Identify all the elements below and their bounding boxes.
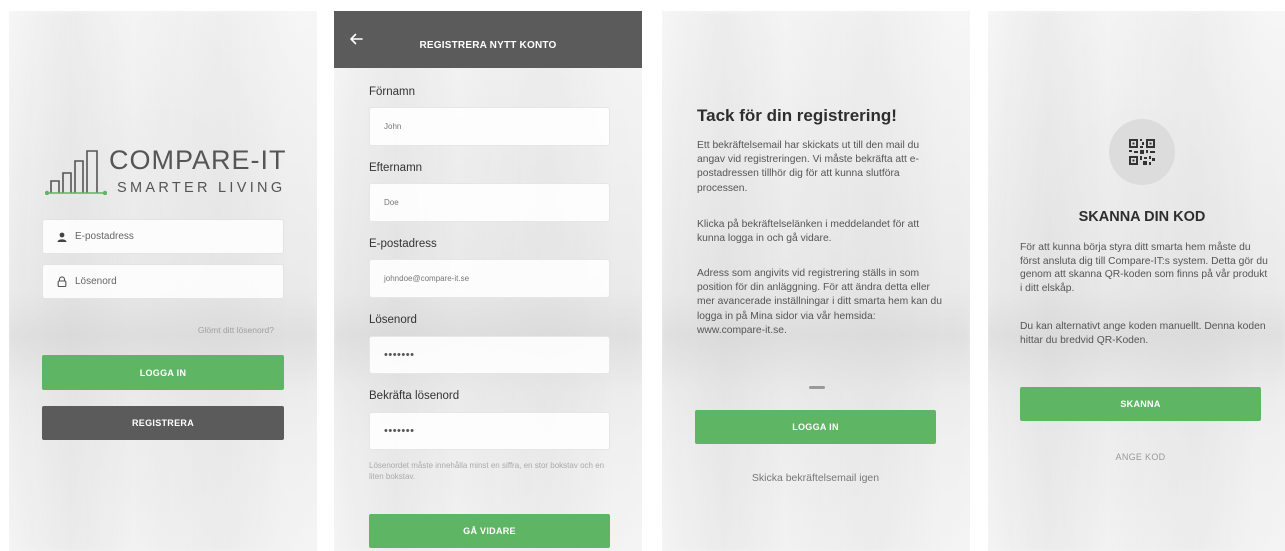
user-icon (55, 232, 69, 242)
qr-code-icon (1129, 139, 1155, 165)
continue-button[interactable]: GÅ VIDARE (369, 514, 610, 548)
thanks-paragraph-2: Klicka på bekräftelselänken i meddelande… (697, 219, 920, 245)
email-placeholder: E-postadress (75, 231, 134, 242)
scan-paragraph-2: Du kan alternativt ange koden manuellt. … (1020, 321, 1266, 346)
confirm-password-input[interactable]: ••••••• (369, 412, 610, 450)
thanks-title: Tack för din registrering! (697, 106, 897, 125)
last-name-input[interactable]: Doe (369, 183, 610, 222)
scan-screen: SKANNA DIN KOD För att kunna börja styra… (988, 11, 1285, 551)
password-label: Lösenord (369, 314, 417, 326)
email-input[interactable]: johndoe@compare-it.se (369, 259, 610, 298)
login-button[interactable]: LOGGA IN (695, 410, 936, 444)
password-placeholder: Lösenord (75, 276, 117, 287)
password-hint: Lösenordet måste innehålla minst en siff… (369, 461, 605, 481)
thanks-paragraph-3: Adress som angivits vid registrering stä… (697, 268, 942, 336)
scan-title: SKANNA DIN KOD (1078, 209, 1206, 225)
password-input[interactable]: ••••••• (369, 336, 610, 374)
enter-code-link[interactable]: ANGE KOD (1020, 452, 1261, 462)
forgot-password-link[interactable]: Glömt ditt lösenord? (42, 325, 284, 335)
login-button[interactable]: LOGGA IN (42, 355, 284, 390)
last-name-label: Efternamn (369, 162, 423, 174)
logo-main-text: COMPARE-IT (109, 145, 287, 175)
divider (809, 386, 825, 389)
email-label: E-postadress (369, 238, 437, 250)
password-input[interactable]: Lösenord (42, 264, 284, 299)
register-button[interactable]: REGISTRERA (42, 406, 284, 440)
confirmation-screen: Tack för din registrering! Ett bekräftel… (662, 11, 970, 551)
first-name-label: Förnamn (369, 86, 416, 98)
scan-button[interactable]: SKANNA (1020, 387, 1261, 421)
register-screen: REGISTRERA NYTT KONTO Förnamn John Efter… (334, 11, 642, 551)
logo-sub-text: SMARTER LIVING (117, 180, 286, 196)
lock-icon (55, 276, 69, 287)
compare-it-logo: COMPARE-IT SMARTER LIVING (45, 143, 295, 203)
logo-mark-icon (45, 150, 107, 195)
resend-email-link[interactable]: Skicka bekräftelsemail igen (695, 472, 936, 484)
register-header: REGISTRERA NYTT KONTO (334, 11, 642, 68)
thanks-paragraph-1: Ett bekräftelsemail har skickats ut till… (697, 140, 920, 194)
confirm-password-label: Bekräfta lösenord (369, 390, 460, 402)
register-title: REGISTRERA NYTT KONTO (419, 40, 557, 51)
login-screen: COMPARE-IT SMARTER LIVING E-postadress L… (9, 11, 317, 551)
email-input[interactable]: E-postadress (42, 219, 284, 254)
scan-paragraph-1: För att kunna börja styra ditt smarta he… (1020, 242, 1268, 294)
qr-badge (1109, 119, 1175, 185)
first-name-input[interactable]: John (369, 107, 610, 146)
